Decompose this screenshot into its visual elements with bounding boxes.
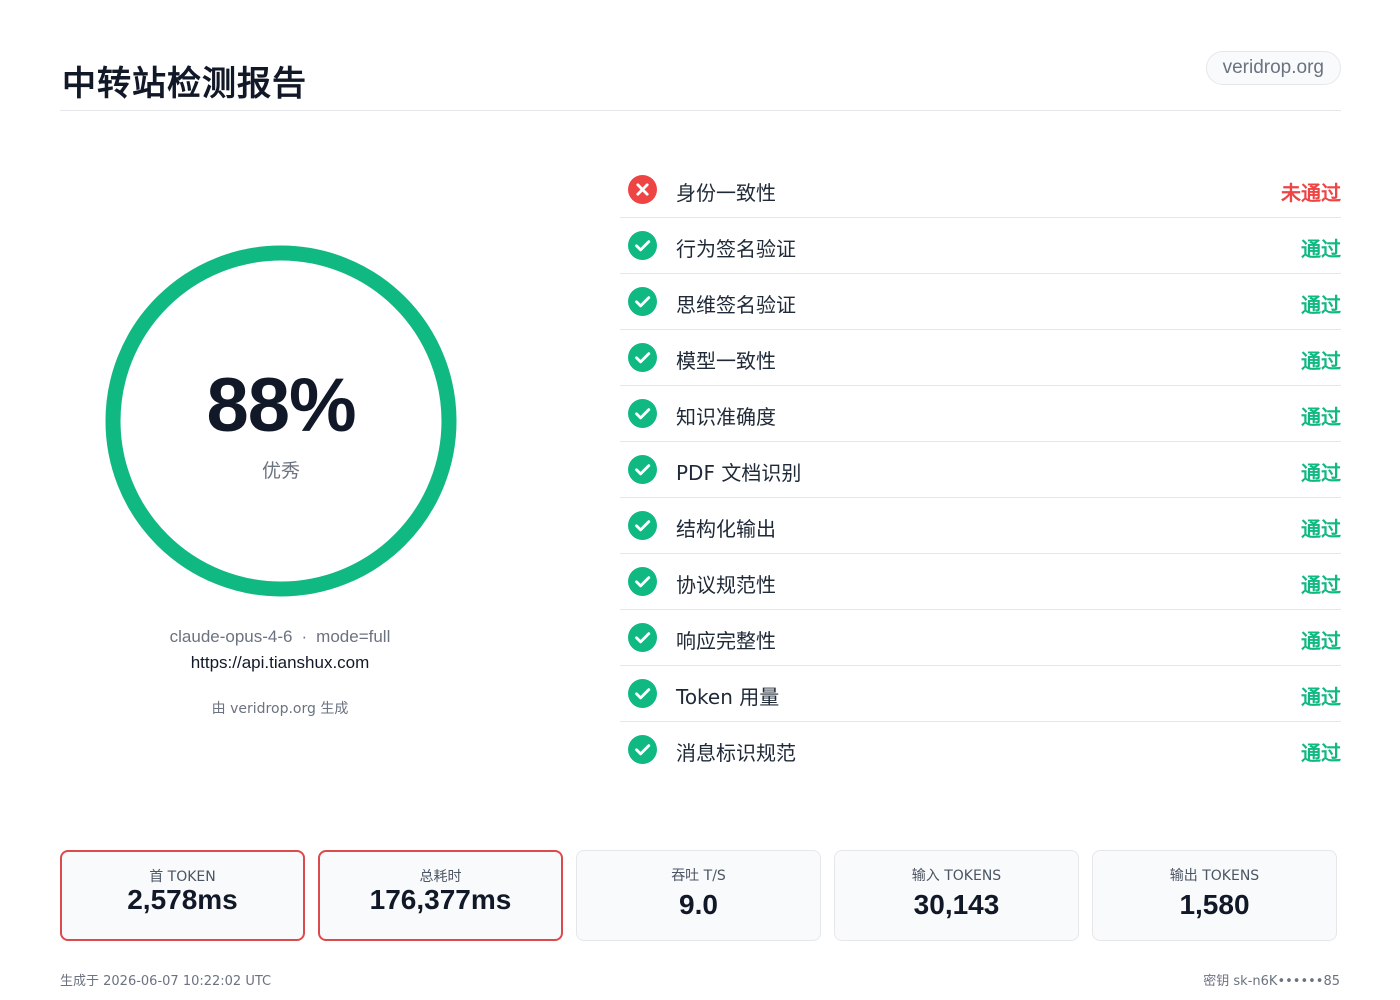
metric-value: 176,377ms xyxy=(369,884,512,915)
check-status: 通过 xyxy=(1301,629,1341,653)
metric-label: 总耗时 xyxy=(419,869,462,885)
check-row: 知识准确度 通过 xyxy=(620,386,1341,442)
page-title: 中转站检测报告 xyxy=(62,64,307,104)
check-circle-icon xyxy=(628,511,657,540)
check-row: 消息标识规范 通过 xyxy=(620,722,1341,778)
check-row: 模型一致性 通过 xyxy=(620,330,1341,386)
check-status: 通过 xyxy=(1301,685,1341,709)
check-row: 协议规范性 通过 xyxy=(620,554,1341,610)
check-circle-icon xyxy=(628,287,657,316)
check-name: 思维签名验证 xyxy=(676,293,796,317)
check-circle-icon xyxy=(628,343,657,372)
check-name: Token 用量 xyxy=(676,685,780,709)
x-circle-icon xyxy=(628,175,657,204)
score-ring: 88% 优秀 xyxy=(104,244,458,598)
score-panel: 88% 优秀 claude-opus-4-6 · mode=full https:/… xyxy=(60,140,500,740)
check-status: 通过 xyxy=(1301,741,1341,765)
check-status: 通过 xyxy=(1301,349,1341,373)
metric-card: 首 TOKEN 2,578ms xyxy=(60,850,305,941)
api-key-masked: 密钥 sk-n6K••••••85 xyxy=(1203,974,1340,989)
check-name: 模型一致性 xyxy=(676,349,776,373)
check-status: 通过 xyxy=(1301,573,1341,597)
metric-card: 吞吐 T/S 9.0 xyxy=(576,850,821,941)
score-value: 88% xyxy=(206,363,356,448)
check-status: 通过 xyxy=(1301,517,1341,541)
check-row: Token 用量 通过 xyxy=(620,666,1341,722)
metric-value: 30,143 xyxy=(913,889,1000,920)
metric-label: 输出 TOKENS xyxy=(1169,868,1260,884)
metric-label: 输入 TOKENS xyxy=(911,868,1002,884)
check-status: 通过 xyxy=(1301,237,1341,261)
check-name: 协议规范性 xyxy=(676,573,776,597)
check-row: 响应完整性 通过 xyxy=(620,610,1341,666)
metric-card: 输出 TOKENS 1,580 xyxy=(1092,850,1337,941)
report-header: 中转站检测报告 veridrop.org xyxy=(60,50,1341,111)
domain-badge[interactable]: veridrop.org xyxy=(1205,51,1341,85)
check-circle-icon xyxy=(628,567,657,596)
check-status: 未通过 xyxy=(1281,181,1341,205)
metric-value: 1,580 xyxy=(1179,889,1250,920)
check-circle-icon xyxy=(628,679,657,708)
check-status: 通过 xyxy=(1301,461,1341,485)
generated-by: 由 veridrop.org 生成 xyxy=(211,701,349,717)
metric-card: 输入 TOKENS 30,143 xyxy=(834,850,1079,941)
metrics-row: 首 TOKEN 2,578ms 总耗时 176,377ms 吞吐 T/S 9.0 输入 TO… xyxy=(60,850,1341,941)
check-row: 身份一致性 未通过 xyxy=(620,162,1341,218)
check-row: PDF 文档识别 通过 xyxy=(620,442,1341,498)
check-name: 消息标识规范 xyxy=(676,741,796,765)
check-circle-icon xyxy=(628,455,657,484)
separator-dot: · xyxy=(301,627,308,646)
endpoint-url[interactable]: https://api.tianshux.com xyxy=(60,653,500,673)
metric-card: 总耗时 176,377ms xyxy=(318,850,563,941)
check-status: 通过 xyxy=(1301,405,1341,429)
check-row: 结构化输出 通过 xyxy=(620,498,1341,554)
check-name: 响应完整性 xyxy=(676,629,776,653)
check-name: 身份一致性 xyxy=(676,181,776,205)
check-circle-icon xyxy=(628,735,657,764)
metric-label: 吞吐 T/S xyxy=(671,868,726,884)
check-name: 知识准确度 xyxy=(676,405,776,429)
generated-timestamp: 生成于 2026-06-07 10:22:02 UTC xyxy=(60,974,272,989)
check-row: 行为签名验证 通过 xyxy=(620,218,1341,274)
check-status: 通过 xyxy=(1301,293,1341,317)
metric-value: 9.0 xyxy=(679,889,718,920)
mode-value: mode=full xyxy=(316,627,391,646)
check-circle-icon xyxy=(628,231,657,260)
model-name: claude-opus-4-6 xyxy=(169,627,293,646)
check-circle-icon xyxy=(628,623,657,652)
check-name: PDF 文档识别 xyxy=(676,461,802,485)
check-circle-icon xyxy=(628,399,657,428)
report-page: 中转站检测报告 veridrop.org 88% 优秀 claude-opus-… xyxy=(0,0,1400,1000)
checks-list: 身份一致性 未通过 行为签名验证 通过 思维签名验证 通过 模型一致性 通过 知识准确度 通过 PD… xyxy=(620,162,1341,778)
model-info: claude-opus-4-6 · mode=full xyxy=(60,627,500,647)
check-row: 思维签名验证 通过 xyxy=(620,274,1341,330)
metric-value: 2,578ms xyxy=(127,884,238,915)
metric-label: 首 TOKEN xyxy=(149,869,216,885)
score-rating: 优秀 xyxy=(261,460,300,482)
check-name: 行为签名验证 xyxy=(676,237,796,261)
check-name: 结构化输出 xyxy=(676,517,776,541)
